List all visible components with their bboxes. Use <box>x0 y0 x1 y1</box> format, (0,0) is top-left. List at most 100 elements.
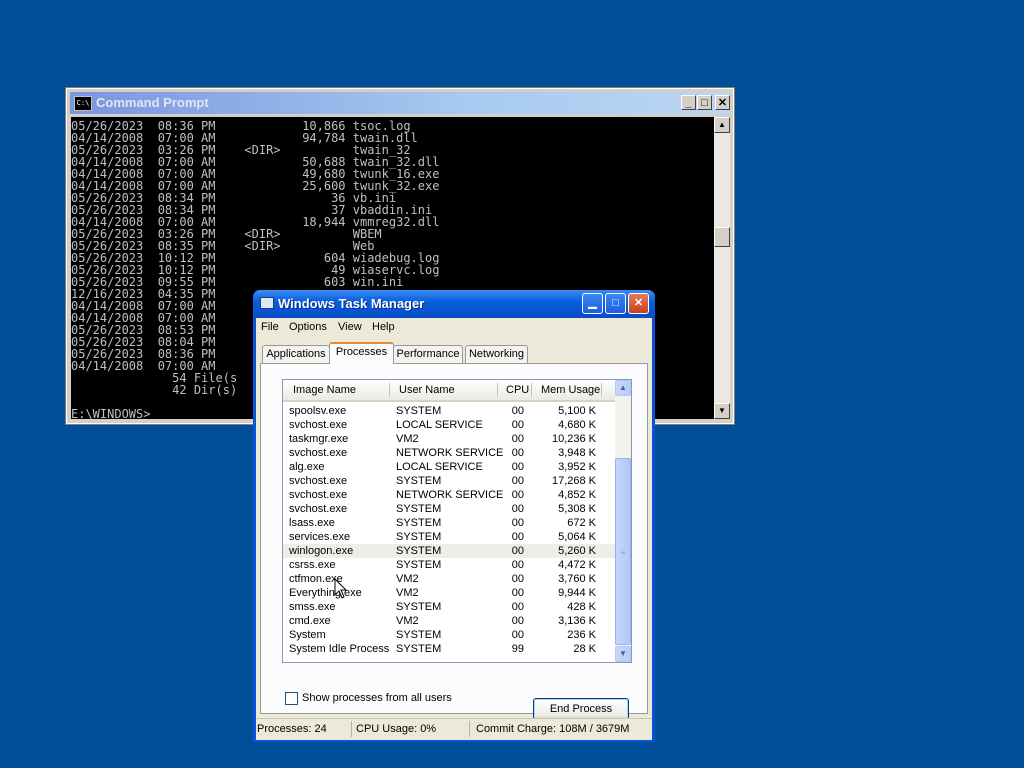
process-user: SYSTEM <box>396 643 442 655</box>
tab-performance[interactable]: Performance <box>393 345 463 363</box>
taskmgr-titlebar[interactable]: Windows Task Manager ▁ □ ✕ <box>253 290 655 318</box>
table-row[interactable]: System SYSTEM 00 236 K <box>283 628 615 642</box>
table-row[interactable]: smss.exe SYSTEM 00 428 K <box>283 600 615 614</box>
process-mem: 4,472 K <box>558 559 596 571</box>
scroll-thumb[interactable]: ≡ <box>615 458 631 645</box>
process-name: svchost.exe <box>289 475 348 487</box>
cmd-titlebar[interactable]: C:\ Command Prompt _ □ ✕ <box>70 92 730 114</box>
cmd-title: Command Prompt <box>96 95 209 110</box>
table-row[interactable]: services.exe SYSTEM 00 5,064 K <box>283 530 615 544</box>
show-all-users-checkbox[interactable] <box>285 692 298 705</box>
table-row[interactable]: svchost.exe NETWORK SERVICE 00 4,852 K <box>283 488 615 502</box>
process-mem: 4,680 K <box>558 419 596 431</box>
maximize-button[interactable]: □ <box>605 293 626 314</box>
table-row[interactable]: winlogon.exe SYSTEM 00 5,260 K <box>283 544 615 558</box>
process-mem: 4,852 K <box>558 489 596 501</box>
column-image-name[interactable]: Image Name <box>293 384 356 396</box>
scroll-thumb[interactable] <box>714 227 730 247</box>
menu-file[interactable]: File <box>261 321 279 333</box>
process-cpu: 00 <box>511 503 524 515</box>
process-mem: 428 K <box>567 601 596 613</box>
table-row[interactable]: ctfmon.exe VM2 00 3,760 K <box>283 572 615 586</box>
process-list[interactable]: Image Name User Name CPU Mem Usage spool… <box>282 379 632 663</box>
process-name: cmd.exe <box>289 615 331 627</box>
maximize-button[interactable]: □ <box>697 95 712 110</box>
process-rows: spoolsv.exe SYSTEM 00 5,100 K svchost.exe LOC… <box>283 404 615 656</box>
scroll-up-arrow-icon[interactable]: ▲ <box>714 117 730 133</box>
task-manager-window[interactable]: Windows Task Manager ▁ □ ✕ File Options … <box>253 290 655 742</box>
process-name: svchost.exe <box>289 489 348 501</box>
close-button[interactable]: ✕ <box>715 95 730 110</box>
process-cpu: 00 <box>511 475 524 487</box>
table-row[interactable]: System Idle Process SYSTEM 99 28 K <box>283 642 615 656</box>
tab-processes[interactable]: Processes <box>329 342 394 364</box>
table-row[interactable]: cmd.exe VM2 00 3,136 K <box>283 614 615 628</box>
process-user: VM2 <box>396 615 419 627</box>
scroll-down-arrow-icon[interactable]: ▼ <box>714 403 730 419</box>
table-row[interactable]: svchost.exe LOCAL SERVICE 00 4,680 K <box>283 418 615 432</box>
process-mem: 5,064 K <box>558 531 596 543</box>
table-row[interactable]: taskmgr.exe VM2 00 10,236 K <box>283 432 615 446</box>
tab-applications[interactable]: Applications <box>262 345 330 363</box>
process-user: SYSTEM <box>396 545 442 557</box>
process-user: SYSTEM <box>396 531 442 543</box>
process-user: NETWORK SERVICE <box>396 447 504 459</box>
process-mem: 672 K <box>567 517 596 529</box>
table-row[interactable]: Everything.exe VM2 00 9,944 K <box>283 586 615 600</box>
table-row[interactable]: spoolsv.exe SYSTEM 00 5,100 K <box>283 404 615 418</box>
process-name: spoolsv.exe <box>289 405 347 417</box>
column-cpu[interactable]: CPU <box>506 384 529 396</box>
process-user: NETWORK SERVICE <box>396 489 504 501</box>
process-user: VM2 <box>396 573 419 585</box>
process-cpu: 00 <box>511 489 524 501</box>
tab-networking[interactable]: Networking <box>465 345 528 363</box>
process-cpu: 00 <box>511 573 524 585</box>
table-row[interactable]: svchost.exe SYSTEM 00 5,308 K <box>283 502 615 516</box>
process-mem: 236 K <box>567 629 596 641</box>
menu-bar: File Options View Help <box>256 318 652 338</box>
task-manager-icon <box>260 297 274 309</box>
process-name: System <box>289 629 326 641</box>
process-cpu: 99 <box>511 643 524 655</box>
menu-help[interactable]: Help <box>372 321 395 333</box>
process-mem: 28 K <box>573 643 596 655</box>
process-list-scrollbar[interactable]: ▲ ≡ ▼ <box>615 380 631 662</box>
table-row[interactable]: lsass.exe SYSTEM 00 672 K <box>283 516 615 530</box>
taskmgr-body: File Options View Help Applications Proc… <box>256 318 652 740</box>
table-row[interactable]: csrss.exe SYSTEM 00 4,472 K <box>283 558 615 572</box>
process-name: winlogon.exe <box>289 545 354 557</box>
column-mem-usage[interactable]: Mem Usage <box>541 384 600 396</box>
minimize-button[interactable]: _ <box>681 95 696 110</box>
cmd-vertical-scrollbar[interactable]: ▲ ▼ <box>714 117 730 419</box>
process-cpu: 00 <box>511 559 524 571</box>
table-row[interactable]: alg.exe LOCAL SERVICE 00 3,952 K <box>283 460 615 474</box>
process-mem: 17,268 K <box>551 475 596 487</box>
process-user: SYSTEM <box>396 629 442 641</box>
scroll-down-arrow-icon[interactable]: ▼ <box>615 646 631 662</box>
end-process-button[interactable]: End Process <box>533 698 629 720</box>
process-mem: 3,952 K <box>558 461 596 473</box>
process-cpu: 00 <box>511 447 524 459</box>
status-bar: Processes: 24 CPU Usage: 0% Commit Charg… <box>256 718 652 740</box>
process-name: svchost.exe <box>289 503 348 515</box>
process-user: VM2 <box>396 587 419 599</box>
close-button[interactable]: ✕ <box>628 293 649 314</box>
show-all-users-label: Show processes from all users <box>302 692 452 704</box>
menu-options[interactable]: Options <box>289 321 327 333</box>
process-user: SYSTEM <box>396 601 442 613</box>
process-user: VM2 <box>396 433 419 445</box>
column-user-name[interactable]: User Name <box>399 384 455 396</box>
menu-view[interactable]: View <box>338 321 362 333</box>
process-mem: 5,100 K <box>558 405 596 417</box>
scroll-up-arrow-icon[interactable]: ▲ <box>615 380 631 396</box>
process-name: smss.exe <box>289 601 336 613</box>
table-row[interactable]: svchost.exe NETWORK SERVICE 00 3,948 K <box>283 446 615 460</box>
process-name: taskmgr.exe <box>289 433 349 445</box>
process-cpu: 00 <box>511 545 524 557</box>
table-row[interactable]: svchost.exe SYSTEM 00 17,268 K <box>283 474 615 488</box>
minimize-button[interactable]: ▁ <box>582 293 603 314</box>
process-cpu: 00 <box>511 531 524 543</box>
process-mem: 10,236 K <box>551 433 596 445</box>
status-cpu-usage: CPU Usage: 0% <box>355 721 470 737</box>
process-cpu: 00 <box>511 629 524 641</box>
